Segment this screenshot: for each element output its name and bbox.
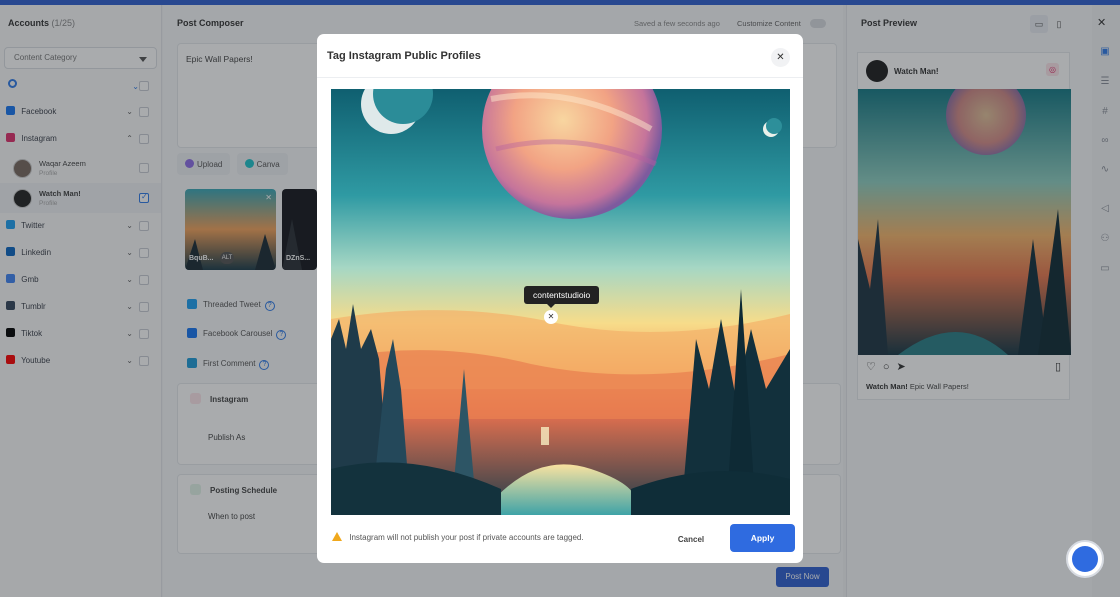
tag-profiles-modal: Tag Instagram Public Profiles ✕ contents… xyxy=(317,34,803,563)
private-account-warning: Instagram will not publish your post if … xyxy=(332,532,584,542)
apply-button[interactable]: Apply xyxy=(730,524,795,552)
profile-tag[interactable]: contentstudioio xyxy=(524,286,600,304)
warning-text: Instagram will not publish your post if … xyxy=(349,533,584,542)
remove-tag-icon[interactable]: ✕ xyxy=(544,310,558,324)
modal-title: Tag Instagram Public Profiles xyxy=(327,50,481,62)
divider xyxy=(317,77,803,78)
chat-icon xyxy=(1072,546,1098,572)
chat-widget-button[interactable] xyxy=(1066,540,1104,578)
modal-close-icon[interactable]: ✕ xyxy=(771,48,790,67)
tag-pointer xyxy=(547,304,555,308)
cancel-button[interactable]: Cancel xyxy=(667,531,715,549)
warning-icon xyxy=(332,532,342,541)
